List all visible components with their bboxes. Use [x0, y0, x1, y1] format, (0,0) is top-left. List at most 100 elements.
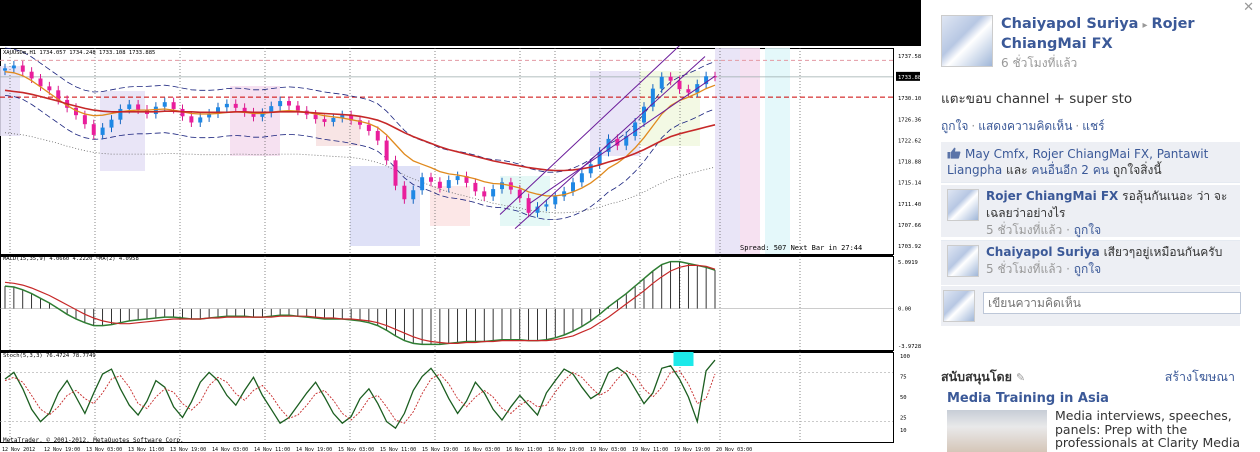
candle-body [162, 102, 167, 107]
price-axis-label: 1703.92 [898, 244, 921, 250]
candle-body [526, 198, 531, 213]
likes-summary: May Cmfx, Rojer ChiangMai FX, Pantawit L… [941, 142, 1240, 183]
candle-body [153, 106, 158, 115]
comment-like-link[interactable]: ถูกใจ [1074, 223, 1101, 237]
stoch-highlight [673, 352, 694, 366]
ad-image[interactable] [947, 410, 1047, 452]
trading-chart[interactable]: XAUUSDm,H1 1734.057 1734.248 1733.108 17… [0, 46, 921, 452]
time-axis-label: 20 Nov 03:00 [716, 447, 752, 452]
commenter-name[interactable]: Rojer ChiangMai FX [986, 189, 1118, 203]
candle-body [686, 89, 691, 93]
post-text: แตะขอบ channel + super sto [941, 91, 1133, 107]
macd-axis-label: -3.9728 [898, 344, 921, 350]
stoch-d-line [4, 370, 716, 424]
chart-window: XAUUSDm,H1 1734.057 1734.248 1733.108 17… [0, 0, 921, 452]
post-actions: ถูกใจ · แสดงความคิดเห็น · แชร์ [941, 119, 1105, 133]
stoch-axis-label: 75 [900, 375, 907, 381]
time-axis-label: 14 Nov 11:00 [254, 447, 290, 452]
candle-body [375, 130, 380, 141]
author-name[interactable]: Chaiyapol Suriya [1001, 16, 1138, 32]
candle-body [127, 104, 132, 109]
likes-and: และ [1006, 163, 1028, 177]
candle-body [411, 190, 416, 200]
time-axis-label: 14 Nov 03:00 [212, 447, 248, 452]
time-axis-label: 16 Nov 03:00 [464, 447, 500, 452]
candle-body [331, 117, 336, 122]
candle-body [189, 116, 194, 123]
commenter-name[interactable]: Chaiyapol Suriya [986, 245, 1100, 259]
candle-body [393, 160, 398, 186]
comment-time[interactable]: 5 ชั่วโมงที่แล้ว [986, 262, 1062, 276]
candle-body [100, 127, 105, 135]
chart-header: XAUUSDm,H1 1734.057 1734.248 1733.108 17… [3, 50, 155, 56]
comment-composer [941, 286, 1241, 326]
chart-area: XAUUSDm,H1 1734.057 1734.248 1733.108 17… [0, 46, 921, 452]
candle-body [446, 180, 451, 188]
time-axis-label: 13 Nov 03:00 [86, 447, 122, 452]
macd-line [4, 260, 716, 346]
stoch-axis-label: 50 [900, 395, 907, 401]
time-axis-label: 15 Nov 11:00 [380, 447, 416, 452]
candle-body [579, 173, 584, 183]
time-axis-label: 15 Nov 03:00 [338, 447, 374, 452]
ad-text: Media interviews, speeches, panels: Prep… [1055, 408, 1241, 450]
candle-body [455, 176, 460, 181]
time-axis-label: 15 Nov 19:00 [422, 447, 458, 452]
comment-text: เสียวๆอยู่เหมือนกันครับ [1103, 245, 1223, 259]
session-box [350, 166, 420, 246]
session-box [230, 86, 280, 156]
session-box [430, 186, 470, 226]
candle-body [82, 115, 87, 125]
comment-like-link[interactable]: ถูกใจ [1074, 262, 1101, 276]
comment-link[interactable]: แสดงความคิดเห็น [978, 119, 1072, 133]
macd-axis-label: 0.00 [898, 307, 911, 313]
price-axis-label: 1711.40 [898, 202, 921, 208]
close-icon[interactable]: ✕ [1243, 0, 1254, 15]
panel-frame [0, 352, 894, 443]
candle-body [233, 103, 238, 108]
stoch-axis-label: 100 [900, 354, 910, 360]
candle-body [366, 124, 371, 131]
candle-body [3, 68, 7, 71]
comment-time[interactable]: 5 ชั่วโมงที่แล้ว [986, 223, 1062, 237]
candle-body [29, 71, 34, 79]
current-price-label: 1733.885 [898, 75, 921, 81]
candle-body [437, 181, 442, 188]
stoch-axis-label: 25 [900, 416, 907, 422]
create-ad-link[interactable]: สร้างโฆษณา [1165, 367, 1235, 387]
share-link[interactable]: แชร์ [1082, 119, 1104, 133]
status-text: Spread: 507 Next Bar in 27:44 [740, 244, 862, 252]
time-axis-label: 19 Nov 03:00 [590, 447, 626, 452]
like-link[interactable]: ถูกใจ [941, 119, 968, 133]
price-axis-label: 1737.58 [898, 54, 921, 60]
comment-item: Rojer ChiangMai FX รอลุ้นกันเนอะ ว่า จะเ… [941, 185, 1240, 237]
macd-axis-label: 5.0919 [898, 260, 918, 266]
edit-pencil-icon[interactable]: ✎ [1016, 371, 1025, 384]
comment-input[interactable] [983, 292, 1241, 314]
likes-end: ถูกใจสิ่งนี้ [1112, 163, 1162, 177]
candle-body [136, 104, 141, 110]
others-link[interactable]: คนอื่นอีก 2 คน [1031, 163, 1109, 177]
author-avatar[interactable] [941, 15, 993, 67]
candle-body [198, 117, 203, 123]
post-time[interactable]: 6 ชั่วโมงที่แล้ว [1001, 54, 1241, 73]
post-header: Chaiyapol Suriya ▸ Rojer ChiangMai FX 6 ชั… [1001, 15, 1241, 73]
candle-body [571, 182, 575, 192]
candle-body [473, 182, 478, 192]
my-avatar [943, 290, 975, 322]
macd-signal-line [4, 264, 716, 344]
session-box [590, 71, 640, 156]
candle-body [659, 76, 664, 89]
candle-body [224, 103, 229, 108]
thumbs-up-icon [947, 147, 961, 159]
sponsored-header: สนับสนุนโดย ✎ สร้างโฆษณา [941, 367, 1235, 387]
time-axis-label: 12 Nov 19:00 [44, 447, 80, 452]
session-box [0, 66, 20, 136]
price-axis-label: 1715.14 [898, 181, 921, 187]
commenter-avatar[interactable] [947, 189, 979, 221]
session-box [765, 48, 790, 254]
watermark-text: MetaTrader, © 2001-2012, MetaQuotes Soft… [3, 437, 184, 444]
ad-title[interactable]: Media Training in Asia [947, 391, 1109, 406]
commenter-avatar[interactable] [947, 245, 979, 277]
candle-body [295, 105, 300, 111]
